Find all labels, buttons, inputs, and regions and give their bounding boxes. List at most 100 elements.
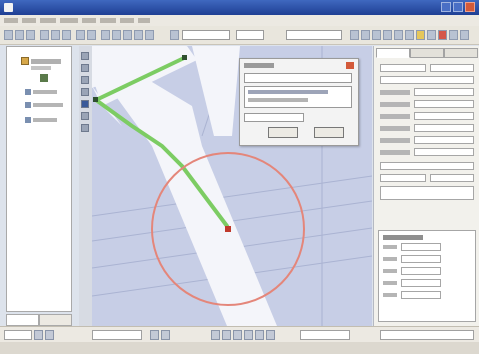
route-vertex[interactable] [182,55,187,60]
menu-item[interactable] [60,18,78,23]
layer-icon[interactable] [25,117,31,123]
attribute-field[interactable] [401,243,441,251]
property-field[interactable] [380,186,474,200]
tab-objects[interactable] [39,314,72,326]
zoom-in-icon[interactable] [161,330,170,340]
new-icon[interactable] [4,30,13,40]
tool-icon[interactable] [81,76,89,84]
property-field[interactable] [414,88,474,96]
next-page-icon[interactable] [45,330,54,340]
scale-field[interactable] [92,330,142,340]
tool-icon[interactable] [405,30,414,40]
tree-item-label[interactable] [31,59,61,64]
cut-icon[interactable] [40,30,49,40]
menu-item[interactable] [82,18,96,23]
layer-select[interactable] [286,30,342,40]
menu-item[interactable] [100,18,116,23]
menu-item[interactable] [120,18,134,23]
nav-icon[interactable] [266,330,275,340]
tool-icon[interactable] [81,64,89,72]
property-field[interactable] [414,112,474,120]
route-vertex[interactable] [93,97,98,102]
tool-icon[interactable] [449,30,458,40]
property-field[interactable] [430,174,474,182]
save-icon[interactable] [26,30,35,40]
tool-icon[interactable] [81,112,89,120]
open-icon[interactable] [15,30,24,40]
attribute-field[interactable] [401,255,441,263]
tree-item-label[interactable] [33,118,57,122]
select-icon[interactable] [134,30,143,40]
close-icon[interactable] [346,62,354,69]
tab-properties[interactable] [376,48,410,58]
cancel-button[interactable] [314,127,344,138]
attribute-field[interactable] [401,267,441,275]
ok-button[interactable] [268,127,298,138]
dialog-select[interactable] [244,113,304,122]
page-field[interactable] [4,330,32,340]
measure-icon[interactable] [145,30,154,40]
tool-icon[interactable] [81,100,89,108]
tab-layers[interactable] [6,314,39,326]
tree-item-label[interactable] [33,103,63,107]
tool-icon[interactable] [350,30,359,40]
mode-select[interactable] [236,30,264,40]
attribute-field[interactable] [401,279,441,287]
zoom-out-icon[interactable] [150,330,159,340]
nav-icon[interactable] [233,330,242,340]
property-field[interactable] [380,162,474,170]
selected-point-marker[interactable] [225,226,231,232]
tool-icon[interactable] [383,30,392,40]
prev-page-icon[interactable] [34,330,43,340]
close-icon[interactable] [465,2,475,12]
menu-item[interactable] [22,18,36,23]
tab-styles[interactable] [444,48,478,58]
stop-icon[interactable] [438,30,447,40]
property-field[interactable] [414,148,474,156]
attribute-field[interactable] [401,291,441,299]
minimize-icon[interactable] [441,2,451,12]
zoom-in-icon[interactable] [101,30,110,40]
layer-icon[interactable] [25,102,31,108]
tree-item-label[interactable] [31,66,51,70]
nav-icon[interactable] [222,330,231,340]
property-field[interactable] [380,76,474,84]
tool-icon[interactable] [427,30,436,40]
menu-item[interactable] [4,18,18,23]
property-field[interactable] [430,64,474,72]
property-field[interactable] [380,174,426,182]
maximize-icon[interactable] [453,2,463,12]
zoom-out-icon[interactable] [112,30,121,40]
nav-icon[interactable] [244,330,253,340]
tool-icon[interactable] [361,30,370,40]
folder-icon[interactable] [416,30,425,40]
layer-icon[interactable] [40,74,48,82]
tool-icon[interactable] [394,30,403,40]
tool-icon[interactable] [81,88,89,96]
list-item[interactable] [248,98,308,102]
map-canvas[interactable] [92,46,372,326]
tool-icon[interactable] [81,124,89,132]
layers-icon[interactable] [170,30,179,40]
property-field[interactable] [380,64,426,72]
menu-item[interactable] [138,18,150,23]
redo-icon[interactable] [87,30,96,40]
help-icon[interactable] [460,30,469,40]
tool-icon[interactable] [372,30,381,40]
layer-icon[interactable] [25,89,31,95]
nav-icon[interactable] [255,330,264,340]
pan-icon[interactable] [123,30,132,40]
tab-attributes[interactable] [410,48,444,58]
undo-icon[interactable] [76,30,85,40]
search-input[interactable] [182,30,230,40]
folder-icon[interactable] [21,57,29,65]
property-field[interactable] [414,136,474,144]
list-item[interactable] [248,90,328,94]
tool-icon[interactable] [81,52,89,60]
tree-item-label[interactable] [33,90,57,94]
menu-item[interactable] [40,18,56,23]
copy-icon[interactable] [51,30,60,40]
dialog-input[interactable] [244,73,352,83]
property-field[interactable] [414,124,474,132]
nav-icon[interactable] [211,330,220,340]
